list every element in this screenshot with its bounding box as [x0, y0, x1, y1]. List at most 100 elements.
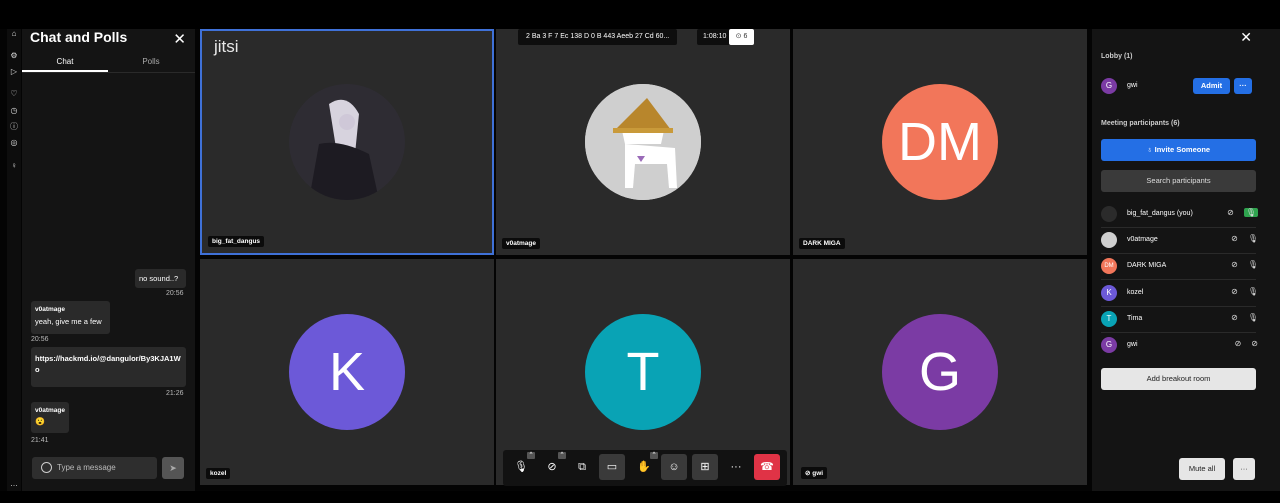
avatar: G	[1101, 337, 1117, 353]
avatar-image	[585, 84, 701, 200]
camera-off-icon[interactable]: ⊘	[1231, 260, 1238, 269]
hangup-button[interactable]: ☎	[754, 454, 780, 480]
video-tile[interactable]: K kozel	[200, 259, 494, 485]
mute-all-button[interactable]: Mute all	[1179, 458, 1225, 480]
mic-icon[interactable]: 🎙	[1248, 287, 1258, 296]
info-icon[interactable]: ⓘ	[9, 122, 19, 132]
participants-label: Meeting participants (6)	[1101, 120, 1180, 127]
screen-share-button[interactable]: ⧉	[569, 454, 595, 480]
message-time: 20:56	[31, 336, 49, 343]
lobby-label: Lobby (1)	[1101, 53, 1133, 60]
close-icon[interactable]: ✕	[173, 30, 186, 48]
chat-button[interactable]: ▭	[599, 454, 625, 480]
participant-controls: ⊘ ⊘	[1225, 339, 1258, 348]
participant-name-tag: v0atmage	[502, 238, 540, 249]
more-icon[interactable]: …	[9, 479, 19, 489]
video-tile[interactable]: v0atmage	[496, 29, 790, 255]
chat-message-input[interactable]: Type a message	[32, 457, 157, 479]
video-tile[interactable]: DM DARK MIGA	[793, 29, 1087, 255]
mic-icon[interactable]: 🎙	[1248, 260, 1258, 269]
search-participants-input[interactable]: Search participants	[1101, 170, 1256, 192]
video-tile[interactable]: G ⊘ gwi	[793, 259, 1087, 485]
heart-icon[interactable]: ♡	[9, 89, 19, 99]
camera-off-icon[interactable]: ⊘	[1231, 287, 1238, 296]
jitsi-logo: jitsi	[214, 37, 239, 56]
chevron-up-icon[interactable]: ^	[527, 452, 535, 459]
home-icon[interactable]: ⌂	[9, 29, 19, 39]
participant-name: v0atmage	[1127, 236, 1158, 243]
tab-polls[interactable]: Polls	[108, 57, 194, 66]
recording-count: 6	[743, 33, 748, 40]
participant-name-tag: ⊘ gwi	[801, 467, 828, 479]
emoji-icon[interactable]	[41, 462, 52, 473]
add-breakout-room-button[interactable]: Add breakout room	[1101, 368, 1256, 390]
mic-icon[interactable]: 🎙	[1248, 234, 1258, 243]
participant-name-tag: DARK MIGA	[799, 238, 845, 249]
participant-name: gwi	[1127, 341, 1138, 348]
participant-controls: ⊘ 🎙	[1221, 234, 1258, 243]
close-icon[interactable]: ✕	[1240, 29, 1252, 46]
message-sender: v0atmage	[35, 407, 65, 414]
video-tile[interactable]: jitsi big_fat_dangus	[200, 29, 494, 255]
divider	[1101, 306, 1256, 307]
chevron-up-icon[interactable]: ^	[650, 452, 658, 459]
avatar: T	[1101, 311, 1117, 327]
participant-name-tag: big_fat_dangus	[208, 236, 265, 247]
mic-muted-icon[interactable]: ⊘	[1251, 339, 1258, 348]
meeting-app: ⌂ ⚙ ▷ ♡ ◷ ⓘ ◎ ♀ … Chat and Polls ✕ Chat …	[0, 29, 1280, 491]
divider	[1101, 279, 1256, 280]
recording-badge[interactable]: ⊙ 6	[729, 29, 754, 45]
admit-button[interactable]: Admit	[1193, 78, 1230, 94]
message-time: 20:56	[166, 290, 184, 297]
invite-button[interactable]: ♁ Invite Someone	[1101, 139, 1256, 161]
message-link[interactable]: https://hackmd.io/@dangulor/By3KJA1Wo	[35, 354, 181, 374]
lobby-more-button[interactable]: ···	[1234, 78, 1252, 94]
chat-message: v0atmage 😮	[31, 402, 69, 433]
avatar: K	[1101, 285, 1117, 301]
shield-icon[interactable]: ◎	[9, 138, 19, 148]
avatar: G	[1101, 78, 1117, 94]
divider	[1101, 227, 1256, 228]
avatar	[289, 84, 405, 200]
avatar: DM	[1101, 258, 1117, 274]
tab-chat[interactable]: Chat	[22, 57, 108, 66]
pin-icon[interactable]: ♀	[9, 161, 19, 171]
invite-icon: ♁	[1146, 145, 1153, 154]
message-time: 21:26	[166, 390, 184, 397]
divider	[1101, 332, 1256, 333]
chat-input-placeholder: Type a message	[57, 463, 116, 472]
participant-name: kozel	[1127, 289, 1144, 296]
chat-message: no sound..?	[135, 269, 186, 288]
participants-button[interactable]: ☺	[661, 454, 687, 480]
avatar: K	[289, 314, 405, 430]
send-button[interactable]: ➤	[162, 457, 184, 479]
more-options-button[interactable]: ···	[723, 454, 749, 480]
message-text: yeah, give me a few	[35, 317, 102, 326]
participant-controls: ⊘ 🎙	[1221, 260, 1258, 269]
camera-off-icon[interactable]: ⊘	[1231, 234, 1238, 243]
record-icon: ⊙	[735, 33, 742, 40]
participant-controls: ⊘ 🎙	[1221, 287, 1258, 296]
chat-title: Chat and Polls	[30, 29, 128, 45]
camera-off-icon[interactable]: ⊘	[1231, 313, 1238, 322]
camera-off-icon[interactable]: ⊘	[1235, 339, 1242, 348]
settings-icon[interactable]: ⚙	[9, 51, 19, 61]
camera-off-icon[interactable]: ⊘	[1227, 208, 1234, 217]
more-actions-button[interactable]: ···	[1233, 458, 1255, 480]
participant-name: Tima	[1127, 315, 1143, 322]
clock-icon[interactable]: ◷	[9, 106, 19, 116]
meeting-timer: 1:08:10	[697, 29, 733, 45]
chevron-up-icon[interactable]: ^	[558, 452, 566, 459]
participant-name: gwi	[812, 470, 824, 477]
left-icon-rail: ⌂ ⚙ ▷ ♡ ◷ ⓘ ◎ ♀ …	[7, 29, 21, 491]
message-emoji: 😮	[35, 417, 45, 426]
play-icon[interactable]: ▷	[9, 67, 19, 77]
chat-message: https://hackmd.io/@dangulor/By3KJA1Wo	[31, 347, 186, 387]
divider	[22, 72, 195, 73]
mic-icon[interactable]: 🎙	[1243, 208, 1258, 217]
chat-panel: Chat and Polls ✕ Chat Polls no sound..? …	[22, 29, 195, 491]
avatar	[1101, 232, 1117, 248]
mic-icon[interactable]: 🎙	[1248, 313, 1258, 322]
message-sender: v0atmage	[35, 306, 65, 313]
tile-view-button[interactable]: ⊞	[692, 454, 718, 480]
